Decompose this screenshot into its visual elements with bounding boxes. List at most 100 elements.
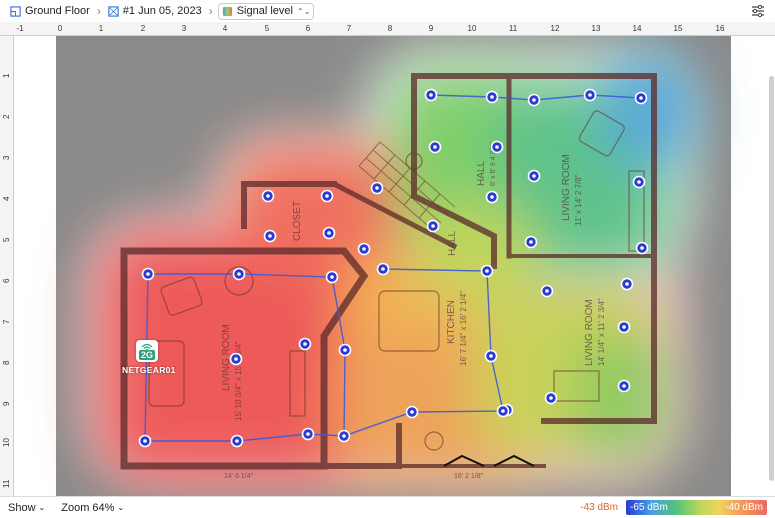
ruler-tick: 4 <box>2 196 11 201</box>
zoom-menu-label: Zoom 64% <box>61 501 115 514</box>
survey-point-center <box>532 174 536 178</box>
breadcrumb-survey-label: #1 Jun 05, 2023 <box>122 5 202 17</box>
ruler-tick: 5 <box>264 24 270 33</box>
chevron-down-icon: ⌄ <box>117 503 125 512</box>
vertical-scrollbar[interactable] <box>769 76 774 481</box>
ruler-tick: 14 <box>632 24 642 33</box>
floor-plan-canvas[interactable]: CLOSET HALL HALL 6' x 6' 9 4 3/8" LIVING… <box>14 36 775 496</box>
survey-point-center <box>362 247 366 251</box>
ruler-tick: 11 <box>508 24 518 33</box>
room-label-living-lower: LIVING ROOM <box>584 299 595 366</box>
legend-gradient-bar: -65 dBm -40 dBm <box>626 500 767 515</box>
heatmap-svg[interactable]: CLOSET HALL HALL 6' x 6' 9 4 3/8" LIVING… <box>14 36 775 496</box>
ap-name-label: NETGEAR01 <box>122 365 176 375</box>
survey-point-center <box>495 145 499 149</box>
ruler-tick: 3 <box>181 24 187 33</box>
ruler-tick: 4 <box>222 24 228 33</box>
survey-icon <box>108 5 119 17</box>
ruler-tick: 6 <box>2 278 11 283</box>
view-selector[interactable]: Signal level ⌃⌄ <box>217 2 315 20</box>
room-label-living-right: LIVING ROOM <box>561 154 572 221</box>
floor-plan-icon <box>10 5 21 17</box>
ruler-tick: 7 <box>2 319 11 324</box>
signal-legend: -43 dBm -65 dBm -40 dBm <box>580 500 767 515</box>
show-menu-button[interactable]: Show ⌄ <box>0 502 53 514</box>
legend-low-label: -65 dBm <box>630 502 668 513</box>
ruler-tick: 8 <box>2 360 11 365</box>
ruler-tick: 1 <box>2 73 11 78</box>
survey-point-center <box>235 439 239 443</box>
ruler-tick: 10 <box>2 438 11 447</box>
updown-chevron-icon: ⌃⌄ <box>296 6 311 16</box>
ruler-tick: 16 <box>715 24 725 33</box>
survey-point-center <box>268 234 272 238</box>
ruler-tick: 5 <box>2 237 11 242</box>
show-menu-label: Show <box>8 501 36 514</box>
ap-band-badge: 2G <box>138 349 155 360</box>
survey-point-center <box>489 354 493 358</box>
survey-point-center <box>410 410 414 414</box>
ruler-tick: -1 <box>16 24 24 33</box>
breadcrumb-floor-label: Ground Floor <box>25 5 90 17</box>
ruler-tick: 8 <box>387 24 393 33</box>
room-dims-kitchen: 16' 7 1/4" x 16' 2 1/4" <box>459 291 468 366</box>
survey-point-center <box>330 275 334 279</box>
chevron-right-icon: › <box>208 4 213 18</box>
ruler-tick: 9 <box>2 401 11 406</box>
dim-bottom-right: 16' 2 1/8" <box>454 473 484 480</box>
room-label-closet: CLOSET <box>292 201 303 241</box>
zoom-menu-button[interactable]: Zoom 64% ⌄ <box>53 502 132 514</box>
ruler-tick: 3 <box>2 155 11 160</box>
room-dims-living-right: 11' x 14' 2 7/8" <box>574 174 583 226</box>
survey-point-center <box>485 269 489 273</box>
survey-point-center <box>266 194 270 198</box>
survey-point-center <box>588 93 592 97</box>
survey-point-center <box>146 272 150 276</box>
wifi-icon <box>141 343 153 350</box>
survey-point-center <box>306 432 310 436</box>
breadcrumb-floor[interactable]: Ground Floor <box>8 0 92 22</box>
access-point-marker[interactable]: 2G <box>136 340 158 362</box>
ruler-tick: 11 <box>2 479 11 488</box>
survey-point-center <box>375 186 379 190</box>
survey-point-center <box>431 224 435 228</box>
survey-point-center <box>342 434 346 438</box>
ruler-tick: 2 <box>140 24 146 33</box>
bottom-toolbar: Show ⌄ Zoom 64% ⌄ -43 dBm -65 dBm -40 dB… <box>0 496 775 518</box>
heatmap-icon <box>222 6 232 16</box>
chevron-down-icon: ⌄ <box>38 503 46 512</box>
ruler-tick: 0 <box>57 24 63 33</box>
ruler-tick: 10 <box>467 24 477 33</box>
ruler-tick: 15 <box>673 24 683 33</box>
room-label-hall-mid: HALL <box>447 231 458 256</box>
chevron-right-icon: › <box>96 4 101 18</box>
sliders-icon[interactable] <box>751 4 765 18</box>
ruler-tick: 2 <box>2 114 11 119</box>
survey-point-center <box>622 325 626 329</box>
survey-point-center <box>303 342 307 346</box>
legend-high-label: -40 dBm <box>725 502 763 513</box>
survey-point-center <box>545 289 549 293</box>
survey-point-center <box>622 384 626 388</box>
ruler-tick: 9 <box>428 24 434 33</box>
survey-point-center <box>640 246 644 250</box>
survey-point-center <box>143 439 147 443</box>
survey-point-center <box>490 195 494 199</box>
breadcrumb-survey[interactable]: #1 Jun 05, 2023 <box>106 0 204 22</box>
room-dims-living-lower: 14' 1/4" x 11' 2 3/4" <box>597 298 606 366</box>
survey-point-center <box>429 93 433 97</box>
survey-point-center <box>327 231 331 235</box>
survey-point-center <box>532 98 536 102</box>
top-toolbar: Ground Floor › #1 Jun 05, 2023 › Signal … <box>0 0 775 22</box>
survey-point-center <box>381 267 385 271</box>
ruler-tick: 12 <box>550 24 560 33</box>
survey-point-center <box>549 396 553 400</box>
survey-point-center <box>625 282 629 286</box>
ruler-left: 1 2 3 4 5 6 7 8 9 10 11 <box>0 36 14 496</box>
survey-point-center <box>501 409 505 413</box>
view-selector-label: Signal level <box>236 5 293 17</box>
ruler-tick: 13 <box>591 24 601 33</box>
survey-point-center <box>325 194 329 198</box>
ruler-tick: 1 <box>98 24 104 33</box>
survey-point-center <box>433 145 437 149</box>
